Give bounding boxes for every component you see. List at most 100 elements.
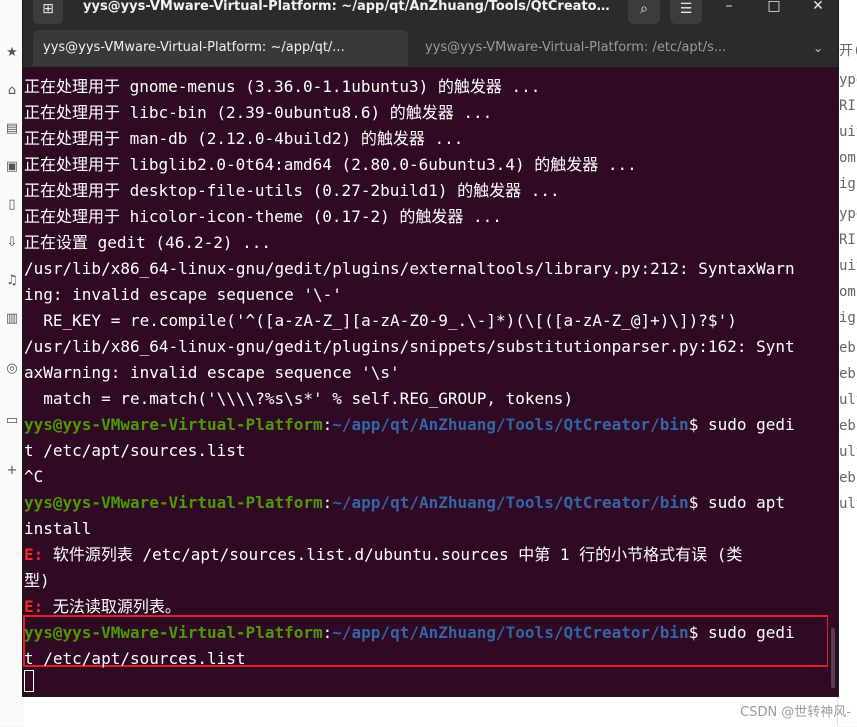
terminal-line: ing: invalid escape sequence '\-': [24, 282, 342, 308]
terminal-line: 正在处理用于 libc-bin (2.39-0ubuntu8.6) 的触发器 .…: [24, 100, 492, 126]
terminal-line: /usr/lib/x86_64-linux-gnu/gedit/plugins/…: [24, 334, 795, 360]
terminal-text: 正在处理用于 gnome-menus (3.36.0-1.1ubuntu3) 的…: [24, 77, 541, 96]
background-text-fragment: ult: [839, 392, 857, 408]
star-icon: ★: [6, 45, 18, 60]
image-icon: ▣: [5, 159, 19, 174]
search-button[interactable]: ⌕: [628, 0, 660, 24]
close-icon: ✕: [812, 0, 824, 14]
background-text-fragment: RIs: [839, 232, 857, 248]
background-text-fragment: igr: [839, 176, 857, 192]
terminal-line: yys@yys-VMware-Virtual-Platform:~/app/qt…: [24, 620, 795, 646]
background-text-fragment: 开(: [839, 43, 857, 59]
minimize-icon: –: [725, 0, 733, 14]
terminal-text: ^C: [24, 467, 44, 486]
error-prefix: E:: [24, 545, 53, 564]
search-icon: ⌕: [640, 1, 648, 17]
background-text-fragment: igr: [839, 310, 857, 326]
minimize-button[interactable]: –: [714, 0, 744, 14]
terminal-text: axWarning: invalid escape sequence '\s': [24, 363, 400, 382]
disc-icon: ◎: [6, 361, 18, 376]
scrollbar[interactable]: [828, 68, 838, 696]
terminal-line: t /etc/apt/sources.list: [24, 646, 246, 672]
terminal-text: RE_KEY = re.compile('^([a-zA-Z_][a-zA-Z0…: [24, 311, 737, 330]
terminal-text: 正在处理用于 libglib2.0-0t64:amd64 (2.80.0-6ub…: [24, 155, 637, 174]
prompt-user-host: yys@yys-VMware-Virtual-Platform: [24, 415, 323, 434]
background-text-fragment: ype: [839, 206, 857, 222]
terminal-text: ing: invalid escape sequence '\-': [24, 285, 342, 304]
terminal-text: 型): [24, 571, 50, 590]
prompt-user-host: yys@yys-VMware-Virtual-Platform: [24, 623, 323, 642]
tab-inactive[interactable]: yys@yys-VMware-Virtual-Platform: /etc/ap…: [415, 30, 755, 66]
terminal-line: 正在处理用于 man-db (2.12.0-4build2) 的触发器 ...: [24, 126, 463, 152]
terminal-text: :: [322, 415, 333, 434]
terminal-text: 正在处理用于 desktop-file-utils (0.27-2build1)…: [24, 181, 560, 200]
terminal-text: $ sudo gedi: [688, 623, 795, 642]
terminal-text: match = re.match('\\\\?%s\s*' % self.REG…: [24, 389, 574, 408]
maximize-icon: □: [767, 0, 781, 14]
tab-active[interactable]: yys@yys-VMware-Virtual-Platform: ~/app/q…: [33, 30, 408, 66]
terminal-line: ^C: [24, 464, 43, 490]
home-icon: ⌂: [7, 83, 17, 98]
prompt-user-host: yys@yys-VMware-Virtual-Platform: [24, 493, 323, 512]
tab-label: yys@yys-VMware-Virtual-Platform: /etc/ap…: [425, 40, 727, 55]
terminal-line: axWarning: invalid escape sequence '\s': [24, 360, 400, 386]
background-text-fragment: eb: [839, 470, 856, 486]
film-icon: ▤: [5, 121, 19, 136]
terminal-line: RE_KEY = re.compile('^([a-zA-Z_][a-zA-Z0…: [24, 308, 737, 334]
terminal-text: 无法读取源列表。: [52, 597, 181, 616]
terminal-line: install: [24, 516, 91, 542]
terminal-text: $ sudo apt: [688, 493, 786, 512]
prompt-path: ~/app/qt/AnZhuang/Tools/QtCreator/bin: [332, 623, 689, 642]
prompt-path: ~/app/qt/AnZhuang/Tools/QtCreator/bin: [332, 415, 689, 434]
new-tab-button[interactable]: ⊞: [33, 0, 63, 24]
watermark: CSDN @世转神风-: [740, 705, 851, 720]
maximize-button[interactable]: □: [759, 0, 789, 14]
terminal-line: /usr/lib/x86_64-linux-gnu/gedit/plugins/…: [24, 256, 795, 282]
music-icon: ♫: [6, 273, 18, 288]
terminal-text: /usr/lib/x86_64-linux-gnu/gedit/plugins/…: [24, 259, 795, 278]
terminal-output[interactable]: 正在处理用于 gnome-menus (3.36.0-1.1ubuntu3) 的…: [23, 68, 838, 696]
new-tab-icon: ⊞: [42, 1, 54, 17]
background-app-bottom: [24, 696, 837, 727]
terminal-text: 正在设置 gedit (46.2-2) ...: [24, 233, 272, 252]
terminal-text: install: [24, 519, 92, 538]
title-bar: ⊞ yys@yys-VMware-Virtual-Platform: ~/app…: [23, 0, 838, 30]
terminal-line: yys@yys-VMware-Virtual-Platform:~/app/qt…: [24, 412, 795, 438]
background-text-fragment: omp: [839, 284, 857, 300]
background-app-sidebar: ★ ⌂ ▤ ▣ ▯ ⇩ ♫ ▥ ◎ ▭ +: [0, 0, 25, 726]
tab-bar: yys@yys-VMware-Virtual-Platform: ~/app/q…: [23, 30, 838, 68]
terminal-text: /usr/lib/x86_64-linux-gnu/gedit/plugins/…: [24, 337, 795, 356]
terminal-text: 正在处理用于 hicolor-icon-theme (0.17-2) 的触发器 …: [24, 207, 502, 226]
terminal-text: :: [322, 493, 333, 512]
terminal-line: E: 无法读取源列表。: [24, 594, 181, 620]
background-text-fragment: RIs: [839, 98, 857, 114]
folder-icon: ▭: [5, 413, 19, 428]
download-icon: ⇩: [6, 235, 18, 250]
background-text-fragment: uit: [839, 124, 857, 140]
background-text-fragment: ult: [839, 444, 857, 460]
scrollbar-thumb[interactable]: [831, 628, 835, 688]
background-text-fragment: omp: [839, 150, 857, 166]
close-button[interactable]: ✕: [803, 0, 833, 14]
terminal-line: 正在处理用于 hicolor-icon-theme (0.17-2) 的触发器 …: [24, 204, 502, 230]
background-text-fragment: ype: [839, 72, 857, 88]
terminal-line: E: 软件源列表 /etc/apt/sources.list.d/ubuntu.…: [24, 542, 742, 568]
background-text-fragment: eb: [839, 340, 856, 356]
terminal-text: 正在处理用于 man-db (2.12.0-4build2) 的触发器 ...: [24, 129, 464, 148]
terminal-cursor: [24, 670, 34, 692]
terminal-line: 正在处理用于 gnome-menus (3.36.0-1.1ubuntu3) 的…: [24, 74, 540, 100]
terminal-text: t /etc/apt/sources.list: [24, 441, 246, 460]
hamburger-menu-icon: ☰: [679, 1, 693, 17]
terminal-text: t /etc/apt/sources.list: [24, 649, 246, 668]
terminal-window: ⊞ yys@yys-VMware-Virtual-Platform: ~/app…: [23, 0, 838, 696]
menu-button[interactable]: ☰: [670, 0, 702, 24]
background-text-fragment: uit: [839, 258, 857, 274]
background-text-fragment: ult: [839, 496, 857, 512]
tab-overflow-button[interactable]: ⌄: [803, 30, 833, 66]
terminal-text: $ sudo gedi: [688, 415, 795, 434]
tab-label: yys@yys-VMware-Virtual-Platform: ~/app/q…: [43, 40, 345, 55]
document-icon: ▯: [8, 197, 16, 212]
terminal-line: 正在处理用于 libglib2.0-0t64:amd64 (2.80.0-6ub…: [24, 152, 637, 178]
prompt-path: ~/app/qt/AnZhuang/Tools/QtCreator/bin: [332, 493, 689, 512]
terminal-line: match = re.match('\\\\?%s\s*' % self.REG…: [24, 386, 573, 412]
